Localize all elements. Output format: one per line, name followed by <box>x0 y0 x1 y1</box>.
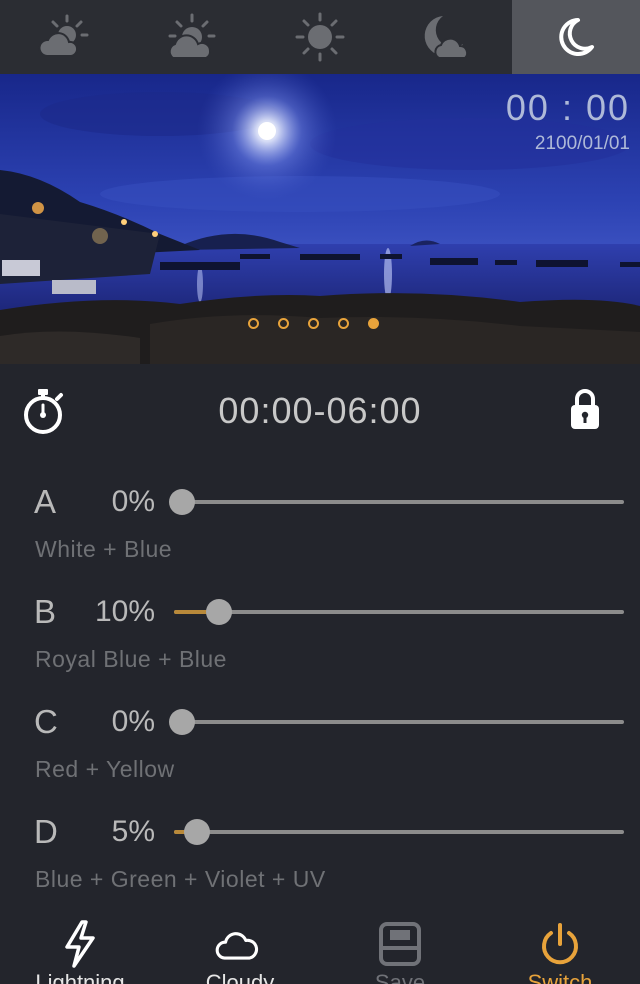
channel-value: 10% <box>94 595 155 628</box>
channel-letter: B <box>34 593 57 630</box>
page-dot[interactable] <box>278 318 289 329</box>
nav-label: Cloudy <box>205 970 275 984</box>
lightning-icon <box>65 920 95 968</box>
moon-cloud-icon <box>424 16 469 59</box>
channel-slider[interactable] <box>169 489 624 515</box>
channel-a: A 0% White + Blue <box>0 482 640 592</box>
tab-sunny[interactable] <box>256 0 384 74</box>
nav-switch[interactable]: Switch <box>480 912 640 984</box>
slider-thumb[interactable] <box>169 489 195 515</box>
page-dot-active[interactable] <box>368 318 379 329</box>
power-icon <box>542 923 578 965</box>
scene-image[interactable]: 00 : 00 2100/01/01 <box>0 74 640 364</box>
channel-slider[interactable] <box>169 709 624 735</box>
page-indicator <box>248 318 379 329</box>
channel-letter: D <box>34 813 58 850</box>
cloud-icon <box>215 932 259 960</box>
channel-value: 0% <box>111 485 155 518</box>
page-dot[interactable] <box>308 318 319 329</box>
time-range[interactable]: 00:00-06:00 <box>0 390 640 432</box>
nav-cloudy[interactable]: Cloudy <box>160 912 320 984</box>
channel-description: Red + Yellow <box>35 756 175 782</box>
nav-save[interactable]: Save <box>320 912 480 984</box>
channel-description: Blue + Green + Violet + UV <box>35 866 326 892</box>
nav-label: Switch <box>527 970 593 984</box>
nav-label: Save <box>374 970 426 984</box>
channel-d: D 5% Blue + Green + Violet + UV <box>0 812 640 922</box>
tab-night[interactable] <box>512 0 640 74</box>
moon-icon <box>559 18 594 56</box>
time-period-row: 00:00-06:00 <box>0 364 640 456</box>
tab-sunrise[interactable] <box>128 0 256 74</box>
channel-letter: A <box>34 483 57 520</box>
channel-slider[interactable] <box>174 819 624 845</box>
save-icon <box>379 922 421 966</box>
channel-value: 5% <box>111 815 155 848</box>
channel-b: B 10% Royal Blue + Blue <box>0 592 640 702</box>
lock-icon[interactable] <box>570 388 600 430</box>
channel-description: Royal Blue + Blue <box>35 646 227 672</box>
sunrise-icon <box>168 13 216 59</box>
slider-thumb[interactable] <box>183 819 210 845</box>
slider-thumb[interactable] <box>169 709 195 735</box>
clock-time: 00 : 00 <box>505 87 630 128</box>
page-dot[interactable] <box>248 318 259 329</box>
nav-label: Lightning <box>35 970 125 984</box>
cloudy-sun-icon <box>38 14 89 57</box>
nav-lightning[interactable]: Lightning <box>0 912 160 984</box>
slider-thumb[interactable] <box>206 599 232 625</box>
mode-tab-bar <box>0 0 640 74</box>
page-dot[interactable] <box>338 318 349 329</box>
scene-clock: 00 : 00 2100/01/01 <box>506 88 630 156</box>
tab-dusk[interactable] <box>384 0 512 74</box>
channel-slider[interactable] <box>174 599 624 625</box>
channel-c: C 0% Red + Yellow <box>0 702 640 812</box>
sun-icon <box>295 12 345 62</box>
channel-value: 0% <box>111 705 155 738</box>
channel-description: White + Blue <box>35 536 173 562</box>
tab-cloudy-day[interactable] <box>0 0 128 74</box>
bottom-nav: Lightning Cloudy Save Switch <box>0 912 640 984</box>
clock-date: 2100/01/01 <box>534 133 630 154</box>
channel-letter: C <box>34 703 58 740</box>
